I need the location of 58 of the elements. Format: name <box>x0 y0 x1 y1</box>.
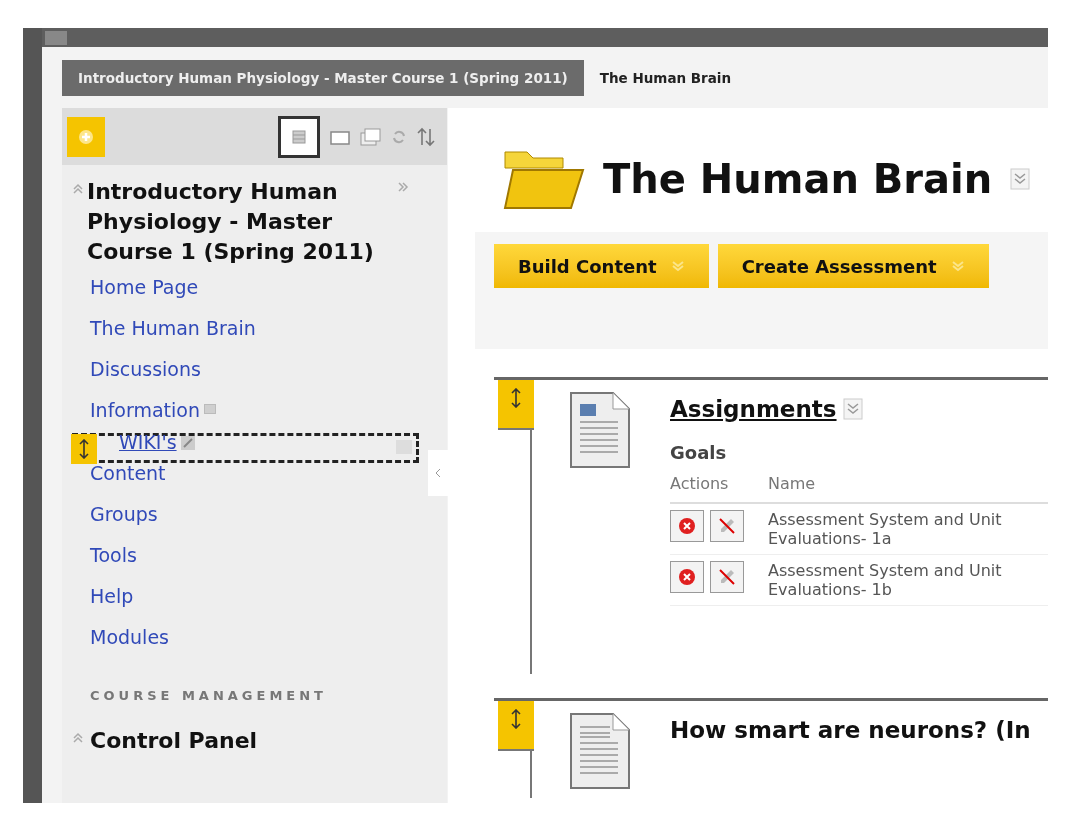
nav-link[interactable]: Help <box>90 582 134 611</box>
nav-link[interactable]: Modules <box>90 623 169 652</box>
collapse-icon[interactable] <box>72 183 84 195</box>
chevron-down-icon <box>950 260 965 272</box>
course-title: Introductory Human Physiology - Master Course 1 (Spring 2011) <box>87 178 375 266</box>
drag-handle[interactable] <box>498 701 534 751</box>
goal-name: Assessment System and Unit Evaluations- 1a <box>768 509 1003 548</box>
chevron-left-icon <box>435 468 441 478</box>
column-header: Actions <box>670 472 730 495</box>
document-icon <box>570 713 630 789</box>
nav-link[interactable]: Groups <box>90 500 158 529</box>
pencil-crossed-icon <box>717 515 737 536</box>
nav-link[interactable]: The Human Brain <box>90 314 256 343</box>
goal-name: Assessment System and Unit Evaluations- 1b <box>768 560 1003 599</box>
remove-button[interactable] <box>670 560 704 593</box>
plus-icon <box>78 128 94 145</box>
folder-icon <box>503 148 585 210</box>
remove-icon <box>678 567 696 586</box>
page-title: The Human Brain <box>603 155 993 204</box>
edit-button[interactable] <box>710 560 744 593</box>
folder-view-icon[interactable] <box>330 128 350 145</box>
pencil-icon <box>180 436 195 450</box>
nav-link[interactable]: Discussions <box>90 355 201 384</box>
nav-link[interactable]: Tools <box>90 541 137 570</box>
sort-arrows-icon[interactable] <box>416 126 436 147</box>
item-title: How smart are neurons? (In <box>670 716 1031 745</box>
item-menu-icon[interactable] <box>842 398 863 421</box>
pencil-crossed-icon <box>717 566 737 587</box>
control-panel-heading: Control Panel <box>90 726 258 755</box>
action-menu-button[interactable]: Create Assessment <box>717 244 989 288</box>
item-title-link[interactable]: Assignments <box>670 392 837 427</box>
hidden-status-icon <box>204 404 216 414</box>
column-header: Name <box>768 472 816 495</box>
up-down-arrow-icon <box>511 388 521 408</box>
dragged-menu-item[interactable]: WIKI's <box>72 433 419 463</box>
goals-heading: Goals <box>670 440 728 465</box>
list-icon <box>292 129 306 144</box>
up-down-arrow-icon <box>79 439 89 459</box>
expand-icon[interactable] <box>397 181 409 193</box>
collapse-icon[interactable] <box>72 731 84 744</box>
refresh-icon[interactable] <box>392 128 406 145</box>
nav-link[interactable]: Information <box>90 396 200 425</box>
title-menu-icon[interactable] <box>1010 168 1031 190</box>
remove-icon <box>678 516 696 535</box>
remove-button[interactable] <box>670 509 704 542</box>
action-menu-button[interactable]: Build Content <box>494 244 709 288</box>
window-view-icon[interactable] <box>360 127 382 146</box>
chevron-down-icon <box>670 260 685 272</box>
breadcrumb[interactable]: The Human Brain <box>583 60 748 96</box>
drag-handle[interactable] <box>498 380 534 430</box>
breadcrumb[interactable]: Introductory Human Physiology - Master Course 1 (Spring 2011) <box>62 60 584 96</box>
add-menu-item-button[interactable] <box>67 116 105 157</box>
document-icon <box>570 392 630 468</box>
up-down-arrow-icon <box>511 709 521 729</box>
edit-button[interactable] <box>710 509 744 542</box>
section-heading: COURSE MANAGEMENT <box>89 687 328 705</box>
list-view-button[interactable] <box>278 115 320 158</box>
nav-link[interactable]: Home Page <box>90 273 199 302</box>
